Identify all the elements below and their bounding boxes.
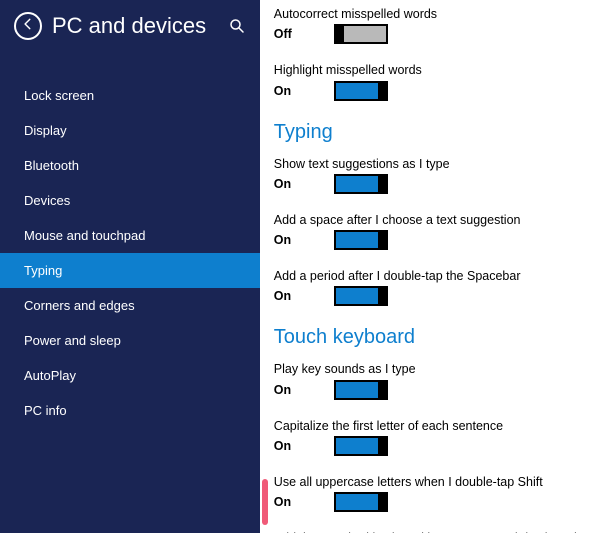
toggle-state: Off [274,27,334,41]
sidebar-item-autoplay[interactable]: AutoPlay [0,358,260,393]
settings-panel: Autocorrect misspelled words Off Highlig… [260,0,600,533]
toggle-knob [378,230,388,250]
sidebar-item-corners-edges[interactable]: Corners and edges [0,288,260,323]
toggle-state: On [274,84,334,98]
annotation-mark [262,479,268,525]
sidebar-item-pc-info[interactable]: PC info [0,393,260,428]
toggle-state: On [274,233,334,247]
sidebar-item-power-sleep[interactable]: Power and sleep [0,323,260,358]
section-heading-typing: Typing [274,121,592,144]
toggle-upper-shift[interactable] [334,492,388,512]
sidebar-item-devices[interactable]: Devices [0,183,260,218]
toggle-state: On [274,177,334,191]
toggle-knob [378,286,388,306]
setting-highlight: Highlight misspelled words On [274,62,592,100]
toggle-key-sounds[interactable] [334,380,388,400]
toggle-capitalize[interactable] [334,436,388,456]
toggle-knob [378,81,388,101]
toggle-knob [378,380,388,400]
setting-space-after: Add a space after I choose a text sugges… [274,212,592,250]
search-icon[interactable] [228,17,246,35]
back-button[interactable] [14,12,42,40]
setting-upper-shift: Use all uppercase letters when I double-… [274,474,592,512]
sidebar-item-display[interactable]: Display [0,113,260,148]
toggle-knob [378,492,388,512]
setting-label: Use all uppercase letters when I double-… [274,474,592,490]
sidebar-item-label: Mouse and touchpad [24,228,145,243]
toggle-state: On [274,439,334,453]
sidebar-item-label: Lock screen [24,88,94,103]
toggle-highlight[interactable] [334,81,388,101]
sidebar-item-label: Power and sleep [24,333,121,348]
toggle-knob [378,436,388,456]
sidebar-item-label: PC info [24,403,67,418]
toggle-suggestions[interactable] [334,174,388,194]
toggle-space-after[interactable] [334,230,388,250]
setting-label: Capitalize the first letter of each sent… [274,418,592,434]
sidebar-title: PC and devices [52,13,228,39]
setting-label: Add a period after I double-tap the Spac… [274,268,592,284]
back-arrow-icon [21,17,35,36]
setting-label: Play key sounds as I type [274,361,592,377]
toggle-state: On [274,289,334,303]
sidebar-item-label: Bluetooth [24,158,79,173]
toggle-period-dbl[interactable] [334,286,388,306]
pc-settings-window: PC and devices Lock screen Display Bluet… [0,0,600,533]
setting-suggestions: Show text suggestions as I type On [274,156,592,194]
setting-period-dbl: Add a period after I double-tap the Spac… [274,268,592,306]
sidebar-item-label: Typing [24,263,62,278]
sidebar-item-typing[interactable]: Typing [0,253,260,288]
sidebar-item-label: Display [24,123,67,138]
setting-label: Autocorrect misspelled words [274,6,592,22]
setting-label: Add a space after I choose a text sugges… [274,212,592,228]
sidebar-item-label: Corners and edges [24,298,135,313]
setting-label: Highlight misspelled words [274,62,592,78]
sidebar-item-mouse-touchpad[interactable]: Mouse and touchpad [0,218,260,253]
setting-label: Show text suggestions as I type [274,156,592,172]
section-heading-touch-keyboard: Touch keyboard [274,326,592,349]
setting-autocorrect: Autocorrect misspelled words Off [274,6,592,44]
toggle-knob [378,174,388,194]
sidebar-item-bluetooth[interactable]: Bluetooth [0,148,260,183]
toggle-state: On [274,383,334,397]
sidebar-item-label: AutoPlay [24,368,76,383]
sidebar-item-lock-screen[interactable]: Lock screen [0,78,260,113]
setting-capitalize: Capitalize the first letter of each sent… [274,418,592,456]
sidebar-header: PC and devices [0,0,260,50]
toggle-state: On [274,495,334,509]
sidebar-items: Lock screen Display Bluetooth Devices Mo… [0,78,260,428]
sidebar-item-label: Devices [24,193,70,208]
toggle-autocorrect[interactable] [334,24,388,44]
sidebar: PC and devices Lock screen Display Bluet… [0,0,260,533]
toggle-knob [334,24,344,44]
setting-key-sounds: Play key sounds as I type On [274,361,592,399]
